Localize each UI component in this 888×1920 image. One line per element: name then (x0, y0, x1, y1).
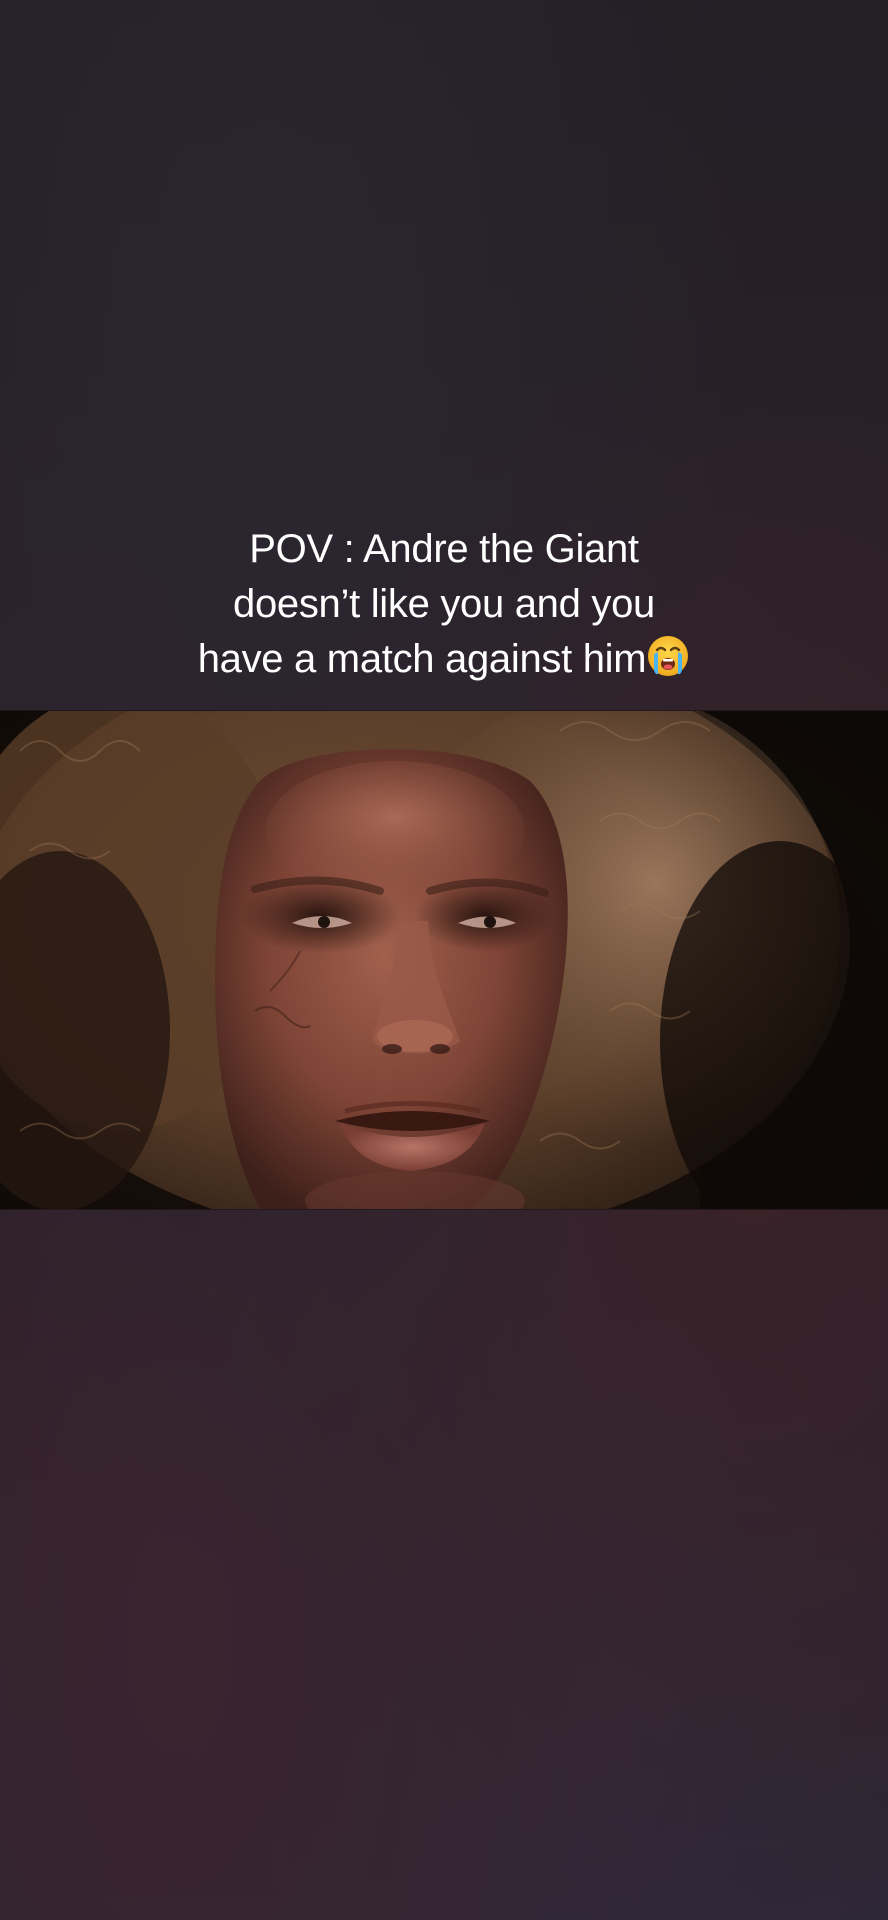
caption-line-1: POV : Andre the Giant (249, 527, 639, 571)
caption-line-2: doesn’t like you and you (233, 582, 655, 626)
crying-face-emoji-icon (648, 636, 689, 676)
video-post-screen[interactable]: POV : Andre the Giant doesn’t like you a… (0, 0, 888, 1920)
caption-overlay: POV : Andre the Giant doesn’t like you a… (0, 522, 888, 687)
caption-line-3: have a match against him (197, 637, 647, 681)
video-still-face (0, 711, 888, 1209)
caption-line-3-wrap: have a match against him (0, 632, 888, 687)
video-player[interactable] (0, 711, 888, 1209)
